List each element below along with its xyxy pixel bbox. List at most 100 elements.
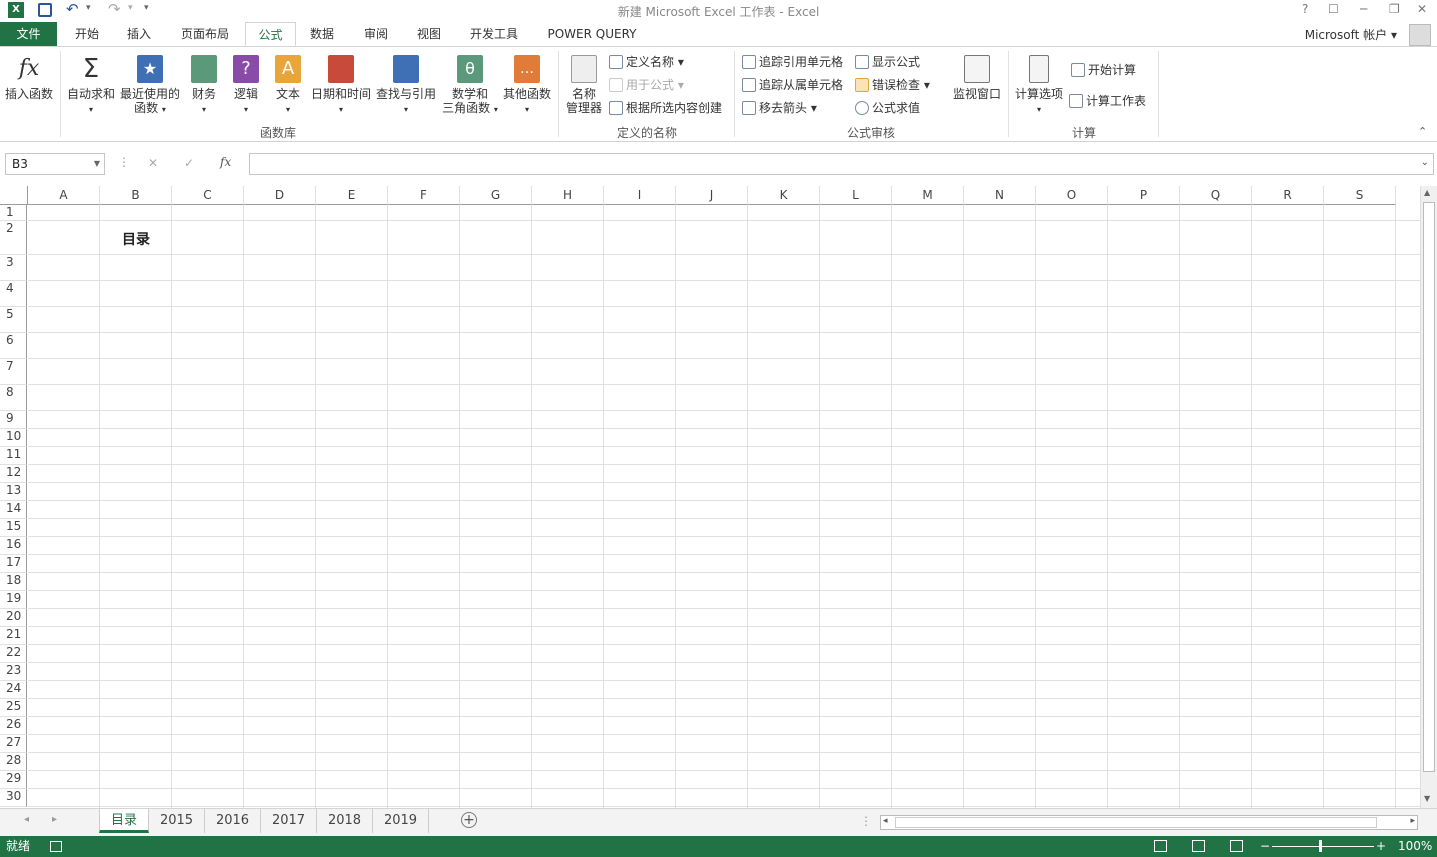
- insert-function-button[interactable]: fx 插入函数: [4, 55, 54, 101]
- datetime-button[interactable]: 日期和时间 ▾: [311, 55, 371, 117]
- column-header[interactable]: E: [316, 186, 388, 205]
- calculation-options-button[interactable]: 计算选项 ▾: [1013, 55, 1065, 117]
- column-header[interactable]: O: [1036, 186, 1108, 205]
- calculate-sheet-button[interactable]: 计算工作表: [1069, 92, 1146, 110]
- page-break-view-icon[interactable]: [1230, 840, 1243, 852]
- column-header[interactable]: D: [244, 186, 316, 205]
- normal-view-icon[interactable]: [1154, 840, 1167, 852]
- column-header[interactable]: R: [1252, 186, 1324, 205]
- select-all-corner[interactable]: [0, 186, 28, 205]
- recent-functions-button[interactable]: ★ 最近使用的 函数 ▾: [120, 55, 180, 117]
- column-header[interactable]: C: [172, 186, 244, 205]
- calculate-now-button[interactable]: 开始计算: [1071, 61, 1136, 79]
- text-label: 文本: [275, 87, 300, 101]
- tab-home[interactable]: 开始: [66, 22, 108, 46]
- hscroll-thumb[interactable]: [895, 817, 1377, 828]
- scroll-up-icon[interactable]: ▲: [1424, 188, 1430, 197]
- watch-window-button[interactable]: 监视窗口: [950, 55, 1004, 101]
- more-functions-button[interactable]: … 其他函数 ▾: [502, 55, 552, 117]
- column-header[interactable]: M: [892, 186, 964, 205]
- cell-b2[interactable]: 目录: [100, 229, 172, 249]
- scroll-right-icon[interactable]: ▸: [1410, 816, 1415, 826]
- error-checking-button[interactable]: 错误检查 ▾: [855, 76, 930, 94]
- logical-button[interactable]: ? 逻辑 ▾: [228, 55, 264, 117]
- close-icon[interactable]: ✕: [1417, 2, 1427, 16]
- column-header[interactable]: K: [748, 186, 820, 205]
- zoom-slider[interactable]: [1272, 846, 1374, 847]
- avatar[interactable]: [1409, 24, 1431, 46]
- define-name-button[interactable]: 定义名称 ▾: [609, 53, 684, 71]
- column-header[interactable]: G: [460, 186, 532, 205]
- evaluate-formula-button[interactable]: 公式求值: [855, 99, 920, 117]
- zoom-slider-thumb[interactable]: [1319, 840, 1322, 852]
- sheet-tab[interactable]: 目录: [99, 809, 149, 833]
- tab-view[interactable]: 视图: [408, 22, 450, 46]
- page-layout-view-icon[interactable]: [1192, 840, 1205, 852]
- column-header[interactable]: S: [1324, 186, 1396, 205]
- text-button[interactable]: A 文本 ▾: [270, 55, 306, 117]
- name-box[interactable]: B3 ▼: [5, 153, 105, 175]
- tab-developer[interactable]: 开发工具: [462, 22, 526, 46]
- trace-dependents-button[interactable]: 追踪从属单元格: [742, 76, 843, 94]
- tab-page-layout[interactable]: 页面布局: [172, 22, 238, 46]
- use-in-formula-button[interactable]: 用于公式 ▾: [609, 76, 684, 94]
- tab-data[interactable]: 数据: [301, 22, 343, 46]
- cell-area[interactable]: 目录: [28, 205, 1420, 808]
- remove-arrows-button[interactable]: 移去箭头 ▾: [742, 99, 817, 117]
- column-header[interactable]: J: [676, 186, 748, 205]
- scroll-down-icon[interactable]: ▼: [1424, 794, 1430, 803]
- cancel-icon[interactable]: ✕: [148, 156, 158, 170]
- row-header[interactable]: 30: [0, 789, 27, 807]
- financial-button[interactable]: 财务 ▾: [186, 55, 222, 117]
- collapse-ribbon-icon[interactable]: ⌃: [1418, 125, 1427, 138]
- sheet-next-icon[interactable]: ▸: [52, 814, 57, 825]
- math-trig-button[interactable]: θ 数学和 三角函数 ▾: [440, 55, 500, 117]
- help-icon[interactable]: ?: [1302, 2, 1308, 16]
- sheet-tab[interactable]: 2016: [205, 809, 261, 833]
- create-from-selection-button[interactable]: 根据所选内容创建: [609, 99, 722, 117]
- show-formulas-button[interactable]: 显示公式: [855, 53, 920, 71]
- column-header[interactable]: B: [100, 186, 172, 205]
- column-header[interactable]: Q: [1180, 186, 1252, 205]
- horizontal-scrollbar[interactable]: ◂ ▸: [880, 815, 1418, 830]
- scroll-left-icon[interactable]: ◂: [883, 816, 888, 826]
- tab-split-icon[interactable]: ⋮: [860, 814, 872, 828]
- scroll-thumb[interactable]: [1423, 202, 1435, 772]
- macro-record-icon[interactable]: [50, 841, 62, 852]
- sheet-tab[interactable]: 2019: [373, 809, 429, 833]
- sheet-prev-icon[interactable]: ◂: [24, 814, 29, 825]
- tab-power-query[interactable]: POWER QUERY: [538, 22, 646, 46]
- column-header[interactable]: A: [28, 186, 100, 205]
- minimize-icon[interactable]: ─: [1360, 2, 1367, 16]
- tab-review[interactable]: 审阅: [355, 22, 397, 46]
- column-header[interactable]: P: [1108, 186, 1180, 205]
- sheet-tab[interactable]: 2017: [261, 809, 317, 833]
- enter-icon[interactable]: ✓: [184, 156, 194, 170]
- tab-file[interactable]: 文件: [0, 22, 57, 46]
- column-header[interactable]: L: [820, 186, 892, 205]
- zoom-level[interactable]: 100%: [1398, 836, 1432, 857]
- sheet-tab[interactable]: 2018: [317, 809, 373, 833]
- column-header[interactable]: I: [604, 186, 676, 205]
- tab-formulas[interactable]: 公式: [245, 22, 296, 46]
- column-header[interactable]: F: [388, 186, 460, 205]
- account-menu[interactable]: Microsoft 帐户 ▾: [1305, 26, 1397, 43]
- formula-input[interactable]: ⌄: [249, 153, 1434, 175]
- name-manager-button[interactable]: 名称 管理器: [562, 55, 606, 115]
- zoom-in-icon[interactable]: +: [1376, 836, 1386, 857]
- zoom-out-icon[interactable]: −: [1260, 836, 1270, 857]
- column-header[interactable]: H: [532, 186, 604, 205]
- lookup-button[interactable]: 查找与引用 ▾: [376, 55, 436, 117]
- add-sheet-icon[interactable]: +: [461, 812, 477, 828]
- tab-insert[interactable]: 插入: [118, 22, 160, 46]
- vertical-scrollbar[interactable]: ▲ ▼: [1420, 186, 1437, 808]
- column-header[interactable]: N: [964, 186, 1036, 205]
- sheet-tab[interactable]: 2015: [149, 809, 205, 833]
- grid-hline: [28, 358, 1420, 359]
- restore-icon[interactable]: ❐: [1389, 2, 1400, 16]
- trace-precedents-button[interactable]: 追踪引用单元格: [742, 53, 843, 71]
- autosum-button[interactable]: Σ 自动求和 ▾: [66, 55, 116, 117]
- grid-vline: [387, 205, 388, 808]
- ribbon-display-icon[interactable]: ☐: [1328, 2, 1339, 16]
- insert-function-fx-icon[interactable]: fx: [220, 155, 231, 169]
